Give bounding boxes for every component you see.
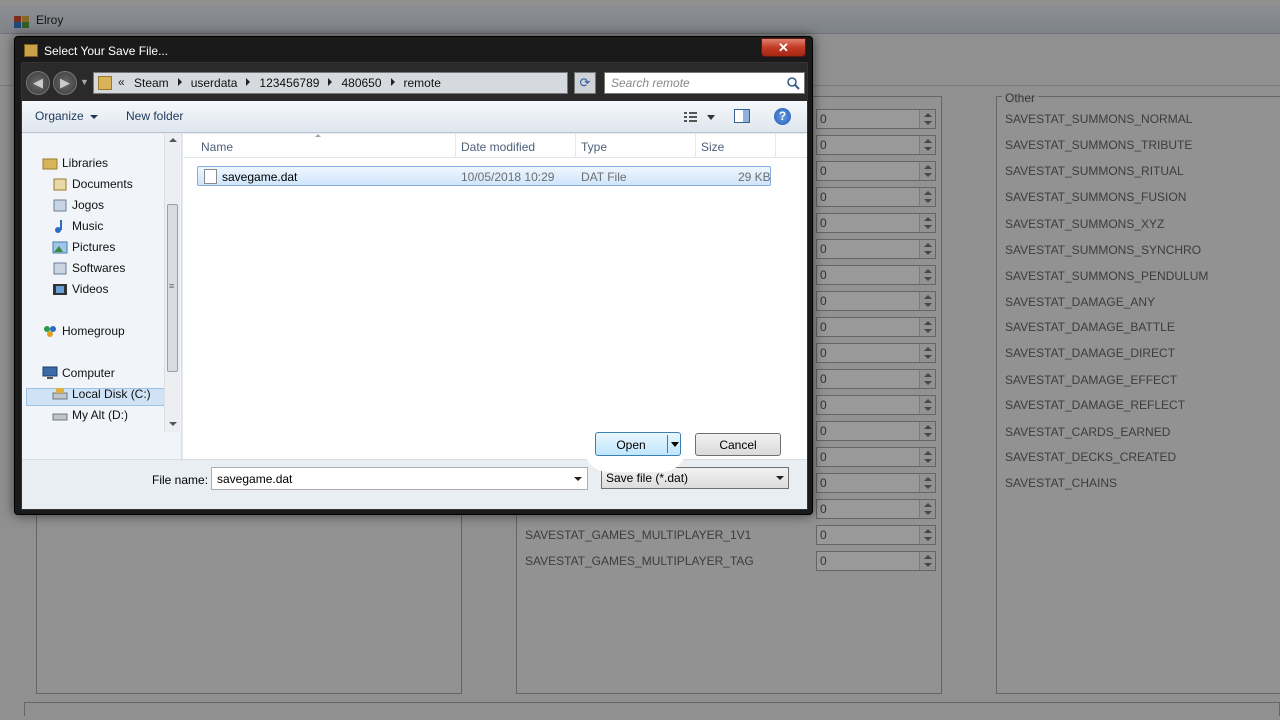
dialog-title: Select Your Save File... — [44, 44, 169, 58]
nav-item-documents[interactable]: Documents — [72, 177, 133, 191]
table-row[interactable]: savegame.dat 10/05/2018 10:29 DAT File 2… — [197, 166, 771, 186]
nav-item-local-disk-c[interactable]: Local Disk (C:) — [72, 387, 151, 401]
games-folder-icon — [53, 199, 67, 212]
softwares-folder-icon — [53, 262, 67, 275]
open-split-divider — [667, 435, 668, 453]
organize-label: Organize — [35, 109, 84, 123]
column-divider[interactable] — [695, 134, 696, 158]
address-bar[interactable]: « Steam userdata 123456789 480650 remote — [93, 72, 636, 95]
forward-arrow-icon[interactable]: ▶ — [53, 71, 77, 95]
close-button[interactable]: ✕ — [761, 38, 806, 57]
breadcrumb-overflow-icon[interactable]: « — [118, 75, 125, 89]
cancel-button[interactable]: Cancel — [695, 433, 781, 456]
dialog-icon — [24, 44, 38, 57]
file-name-label: File name: — [152, 473, 209, 487]
videos-icon — [53, 284, 67, 295]
column-header-date-modified[interactable]: Date modified — [461, 140, 535, 154]
recent-locations-chevron-down-icon[interactable]: ▼ — [80, 77, 89, 87]
drive-icon — [52, 413, 68, 421]
breadcrumb-steam[interactable]: Steam — [134, 76, 169, 90]
nav-item-softwares[interactable]: Softwares — [72, 261, 125, 275]
scroll-up-icon[interactable] — [169, 138, 177, 142]
nav-item-videos[interactable]: Videos — [72, 282, 108, 296]
breadcrumb-user-id[interactable]: 123456789 — [259, 76, 319, 90]
preview-pane-icon[interactable] — [734, 109, 750, 123]
help-icon[interactable]: ? — [774, 108, 791, 125]
sort-ascending-icon — [315, 134, 321, 137]
change-view-icon[interactable] — [680, 109, 720, 125]
breadcrumb-remote[interactable]: remote — [404, 76, 441, 90]
refresh-icon[interactable]: ⟳ — [574, 72, 596, 94]
music-icon — [55, 220, 62, 233]
nav-item-homegroup[interactable]: Homegroup — [62, 324, 125, 338]
open-file-dialog: Select Your Save File... ✕ ◀ ▶ ▼ « Steam… — [14, 36, 813, 515]
file-type-chevron-down-icon — [776, 476, 784, 480]
breadcrumb-userdata[interactable]: userdata — [191, 76, 238, 90]
file-name-combo — [211, 467, 588, 490]
nav-item-libraries[interactable]: Libraries — [62, 156, 108, 170]
nav-item-computer[interactable]: Computer — [62, 366, 115, 380]
nav-item-my-alt-d[interactable]: My Alt (D:) — [72, 408, 128, 422]
file-type-value: Save file (*.dat) — [606, 471, 689, 485]
search-box — [604, 72, 805, 94]
folder-icon — [98, 76, 112, 90]
open-button[interactable]: Open — [595, 432, 681, 456]
address-row: ◀ ▶ ▼ « Steam userdata 123456789 480650 remo… — [22, 63, 807, 101]
breadcrumb-app-id[interactable]: 480650 — [341, 76, 381, 90]
organize-button[interactable]: Organize — [35, 109, 98, 123]
column-divider[interactable] — [575, 134, 576, 158]
breadcrumb-separator-icon[interactable] — [177, 78, 182, 86]
chevron-down-icon — [89, 114, 98, 119]
file-size-cell: 29 KB — [738, 170, 771, 184]
column-divider[interactable] — [775, 134, 776, 158]
open-options-chevron-down-icon[interactable] — [671, 442, 679, 447]
column-header-name[interactable]: Name — [201, 140, 233, 154]
libraries-icon — [42, 158, 58, 170]
breadcrumb: Steam userdata 123456789 480650 remote — [134, 76, 441, 92]
nav-scrollbar[interactable]: ≡ — [164, 134, 180, 432]
navigation-pane: Libraries Documents Jogos Music Pictures… — [22, 134, 182, 459]
pictures-icon — [52, 241, 68, 254]
breadcrumb-separator-icon[interactable] — [246, 78, 251, 86]
nav-item-jogos[interactable]: Jogos — [72, 198, 104, 212]
command-toolbar: Organize New folder ? — [22, 101, 807, 133]
scroll-grip-icon: ≡ — [169, 281, 175, 291]
back-arrow-icon[interactable]: ◀ — [26, 71, 50, 95]
search-icon[interactable] — [786, 76, 800, 90]
search-input[interactable] — [605, 73, 780, 93]
homegroup-icon — [44, 326, 56, 337]
column-divider[interactable] — [455, 134, 456, 158]
scroll-down-icon[interactable] — [169, 422, 177, 426]
nav-item-music[interactable]: Music — [72, 219, 103, 233]
file-name-cell: savegame.dat — [222, 170, 298, 184]
breadcrumb-separator-icon[interactable] — [328, 78, 333, 86]
column-headers: Name Date modified Type Size — [183, 134, 807, 158]
file-type-cell: DAT File — [581, 170, 627, 184]
column-header-size[interactable]: Size — [701, 140, 724, 154]
file-name-input[interactable] — [212, 468, 567, 489]
documents-icon — [53, 178, 67, 191]
file-name-chevron-down-icon[interactable] — [574, 477, 582, 481]
file-date-cell: 10/05/2018 10:29 — [461, 170, 555, 184]
dialog-footer: File name: Save file (*.dat) — [22, 459, 807, 509]
file-icon — [204, 169, 217, 184]
computer-icon — [42, 366, 58, 379]
open-button-label: Open — [616, 438, 646, 452]
file-list-pane: Name Date modified Type Size savegame.da… — [183, 134, 807, 459]
local-disk-icon — [52, 388, 68, 400]
nav-item-pictures[interactable]: Pictures — [72, 240, 115, 254]
breadcrumb-separator-icon[interactable] — [390, 78, 395, 86]
nav-scroll-thumb[interactable]: ≡ — [167, 204, 178, 372]
new-folder-button[interactable]: New folder — [126, 109, 183, 123]
dialog-body: ◀ ▶ ▼ « Steam userdata 123456789 480650 remo… — [21, 62, 808, 510]
column-header-type[interactable]: Type — [581, 140, 607, 154]
